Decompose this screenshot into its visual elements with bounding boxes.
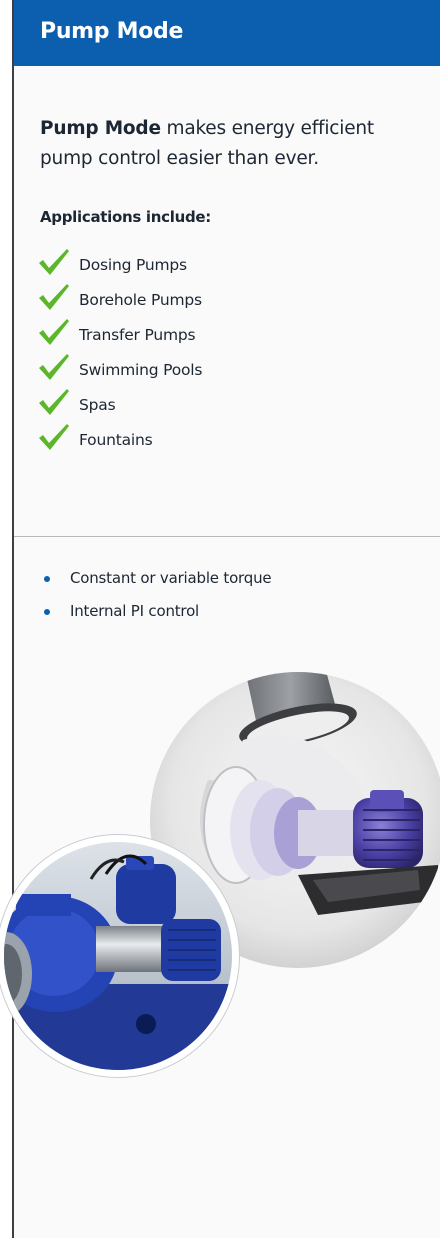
application-label: Fountains (79, 431, 153, 449)
bullet-icon (44, 609, 50, 615)
bullet-icon (44, 576, 50, 582)
checkmark-icon (39, 389, 69, 415)
checkmark-icon (39, 319, 69, 345)
application-label: Dosing Pumps (79, 256, 187, 274)
blue-pump-image (0, 834, 240, 1078)
feature-label: Internal PI control (70, 602, 200, 620)
application-label: Spas (79, 396, 116, 414)
section-title: Pump Mode (40, 19, 184, 44)
application-label: Swimming Pools (79, 361, 203, 379)
section-header: Pump Mode (14, 0, 440, 66)
feature-label: Constant or variable torque (70, 569, 272, 587)
application-label: Borehole Pumps (79, 291, 202, 309)
application-label: Transfer Pumps (79, 326, 196, 344)
intro-paragraph: Pump Mode makes energy efficient pump co… (40, 114, 420, 174)
applications-heading: Applications include: (40, 208, 211, 226)
intro-product-name: Pump Mode (40, 118, 161, 139)
checkmark-icon (39, 354, 69, 380)
section-divider (14, 536, 440, 537)
checkmark-icon (39, 424, 69, 450)
checkmark-icon (39, 284, 69, 310)
checkmark-icon (39, 249, 69, 275)
